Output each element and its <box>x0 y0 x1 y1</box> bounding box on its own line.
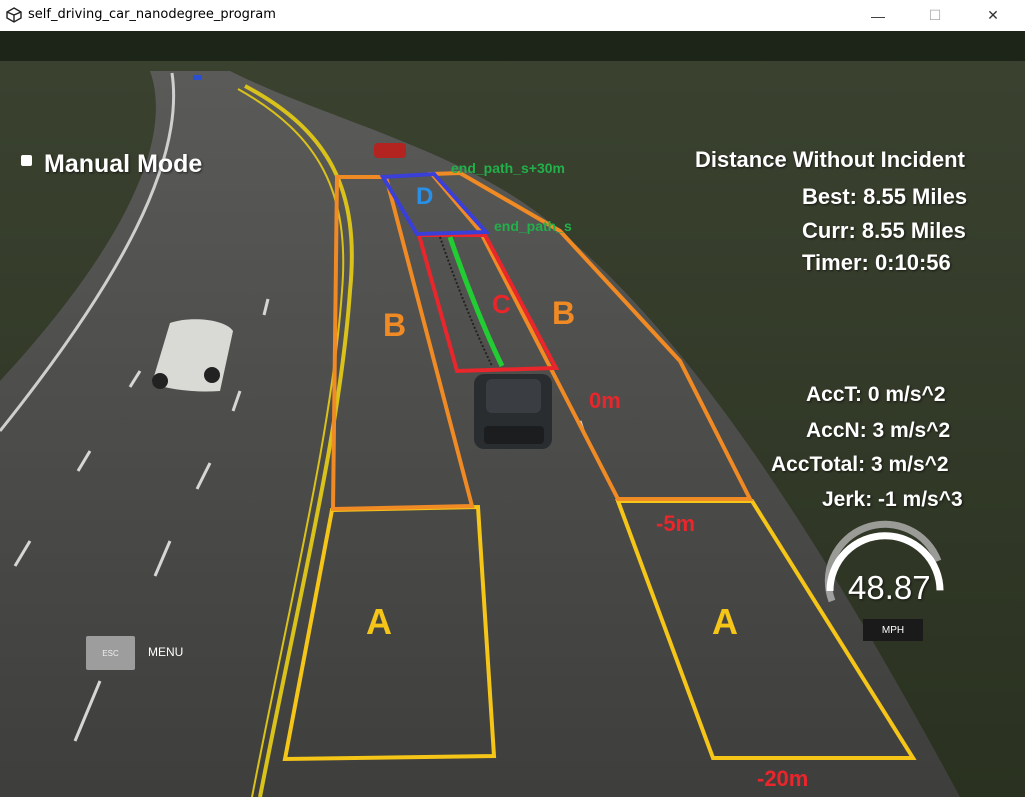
acc-total: AccTotal: 3 m/s^2 <box>771 453 949 476</box>
zone-d-label: D <box>416 183 434 210</box>
simulator-viewport[interactable]: Manual Mode Distance Without Incident Be… <box>0 31 1025 797</box>
end-path-s-label: end_path_s <box>494 218 572 234</box>
maximize-icon: ☐ <box>928 7 942 23</box>
zone-c-label: C <box>492 289 511 319</box>
distance-minus20m-label: -20m <box>757 766 809 791</box>
distance-minus5m-label: -5m <box>656 511 696 536</box>
manual-mode-label[interactable]: Manual Mode <box>44 150 202 179</box>
tree-line <box>0 31 1025 61</box>
zone-b-left-label: B <box>383 307 407 343</box>
zone-a-left-label: A <box>366 601 392 642</box>
acc-tangential: AccT: 0 m/s^2 <box>806 383 946 406</box>
acc-normal: AccN: 3 m/s^2 <box>806 419 951 442</box>
maximize-button[interactable]: ☐ <box>912 0 958 31</box>
manual-mode-checkbox[interactable] <box>21 155 32 166</box>
minimize-icon: — <box>871 7 885 24</box>
speed-value: 48.87 <box>848 569 931 606</box>
end-path-s-plus-label: end_path_s+30m <box>451 160 565 176</box>
jerk: Jerk: -1 m/s^3 <box>822 488 963 511</box>
road-scene <box>0 31 1025 797</box>
zone-a-right-label: A <box>712 601 738 642</box>
window-titlebar: self_driving_car_nanodegree_program — ☐ … <box>0 0 1025 32</box>
best-distance: Best: 8.55 Miles <box>802 184 968 209</box>
ego-car <box>474 374 552 449</box>
distance-0m-label: 0m <box>589 388 621 413</box>
menu-label[interactable]: MENU <box>148 645 183 659</box>
speed-unit: MPH <box>863 619 923 641</box>
close-icon: ✕ <box>987 7 999 23</box>
close-button[interactable]: ✕ <box>970 0 1016 31</box>
unity-logo-icon <box>6 7 22 23</box>
esc-button[interactable]: ESC <box>86 636 135 670</box>
current-distance: Curr: 8.55 Miles <box>802 218 966 243</box>
minimize-button[interactable]: — <box>855 0 901 31</box>
zone-b-right-label: B <box>552 295 576 331</box>
npc-car-blue <box>193 75 202 80</box>
npc-car-red <box>374 143 406 158</box>
window-title: self_driving_car_nanodegree_program <box>28 7 276 22</box>
distance-title: Distance Without Incident <box>695 147 965 172</box>
timer: Timer: 0:10:56 <box>802 250 951 275</box>
